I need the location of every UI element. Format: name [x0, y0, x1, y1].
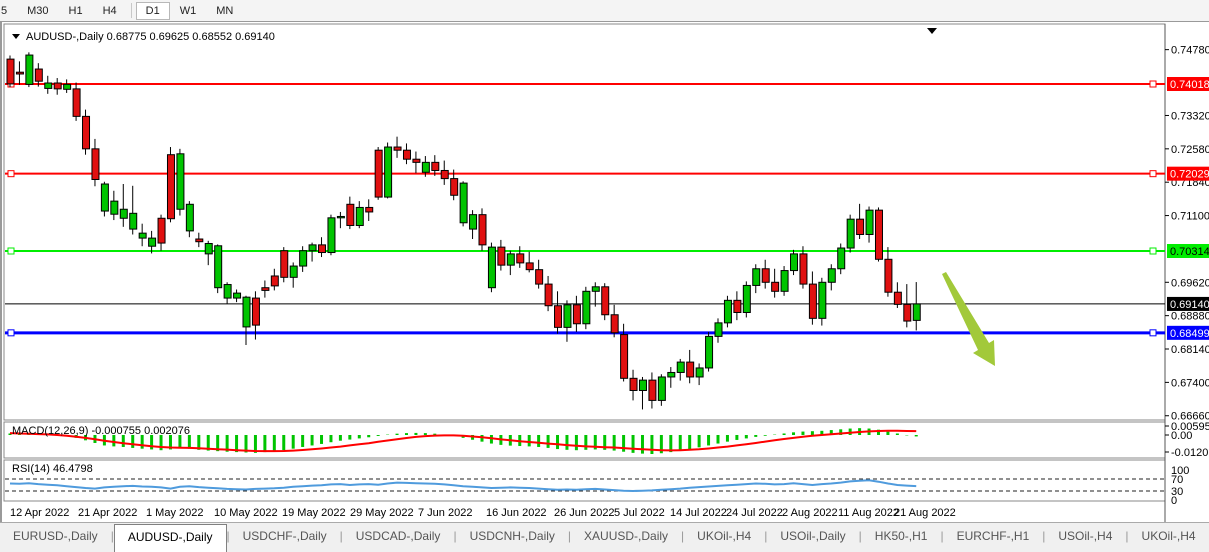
symbol-tab-USDCHF-Daily[interactable]: USDCHF-,Daily — [230, 523, 340, 552]
svg-text:0.68140: 0.68140 — [1171, 344, 1209, 356]
symbol-tabbar: EURUSD-,Daily|AUDUSD-,Daily|USDCHF-,Dail… — [0, 522, 1209, 552]
symbol-tab-EURCHF-H1[interactable]: EURCHF-,H1 — [944, 523, 1043, 552]
timeframe-button-MN[interactable]: MN — [206, 2, 243, 20]
svg-text:0.74780: 0.74780 — [1171, 45, 1209, 57]
date-axis: 12 Apr 2022 21 Apr 2022 1 May 2022 10 May 2… — [10, 507, 956, 519]
symbol-tab-UKOil-H4[interactable]: UKOil-,H4 — [684, 523, 764, 552]
symbol-tab-USOil-Daily[interactable]: USOil-,Daily — [767, 523, 858, 552]
symbol-tab-XAUUSD-Daily[interactable]: XAUUSD-,Daily — [571, 523, 681, 552]
svg-text:0.67400: 0.67400 — [1171, 377, 1209, 389]
timeframe-button-M30[interactable]: M30 — [17, 2, 58, 20]
svg-text:0.72580: 0.72580 — [1171, 144, 1209, 156]
macd-label: MACD(12,26,9) -0.000755 0.002076 — [12, 425, 190, 437]
svg-text:26 Jun 2022: 26 Jun 2022 — [554, 507, 615, 519]
svg-text:0.69620: 0.69620 — [1171, 277, 1209, 289]
svg-text:0.73320: 0.73320 — [1171, 110, 1209, 122]
timeframe-toolbar: 5M30H1H4 D1W1MN — [0, 0, 1209, 22]
chart-window[interactable]: AUDUSD-,Daily 0.68775 0.69625 0.68552 0.… — [0, 21, 1209, 522]
svg-text:21 Apr 2022: 21 Apr 2022 — [78, 507, 137, 519]
svg-text:10 May 2022: 10 May 2022 — [214, 507, 278, 519]
symbol-tab-USDCAD-Daily[interactable]: USDCAD-,Daily — [343, 523, 454, 552]
svg-text:5 Jul 2022: 5 Jul 2022 — [614, 507, 665, 519]
svg-text:0.68499: 0.68499 — [1170, 328, 1209, 340]
svg-text:14 Jul 2022: 14 Jul 2022 — [670, 507, 727, 519]
svg-text:0.68880: 0.68880 — [1171, 311, 1209, 323]
svg-text:2 Aug 2022: 2 Aug 2022 — [782, 507, 838, 519]
line-anchor[interactable] — [8, 330, 14, 336]
svg-text:24 Jul 2022: 24 Jul 2022 — [726, 507, 783, 519]
line-anchor[interactable] — [8, 248, 14, 254]
svg-text:16 Jun 2022: 16 Jun 2022 — [486, 507, 547, 519]
svg-text:29 May 2022: 29 May 2022 — [350, 507, 414, 519]
svg-text:1 May 2022: 1 May 2022 — [146, 507, 203, 519]
line-anchor[interactable] — [1150, 330, 1156, 336]
svg-text:0.74018: 0.74018 — [1170, 79, 1209, 91]
rsi-label: RSI(14) 46.4798 — [12, 463, 93, 475]
timeframe-button-H1[interactable]: H1 — [59, 2, 93, 20]
timeframe-button-5[interactable]: 5 — [0, 2, 17, 20]
symbol-tab-HK50-H1[interactable]: HK50-,H1 — [862, 523, 941, 552]
symbol-tab-EURUSD-Daily[interactable]: EURUSD-,Daily — [0, 523, 111, 552]
symbol-tab-AUDUSD-Daily[interactable]: AUDUSD-,Daily — [114, 524, 227, 552]
svg-text:0.70314: 0.70314 — [1170, 246, 1209, 258]
timeframe-button-W1[interactable]: W1 — [170, 2, 207, 20]
toolbar-separator — [131, 3, 132, 18]
svg-text:-0.012015: -0.012015 — [1171, 447, 1209, 459]
svg-text:AUDUSD-,Daily 0.68775 0.69625: AUDUSD-,Daily 0.68775 0.69625 0.68552 0.… — [26, 31, 275, 43]
svg-text:11 Aug 2022: 11 Aug 2022 — [838, 507, 899, 519]
svg-text:19 May 2022: 19 May 2022 — [282, 507, 346, 519]
svg-text:70: 70 — [1171, 474, 1183, 486]
svg-text:0.71100: 0.71100 — [1171, 211, 1209, 223]
symbol-tab-USDCNH-Daily[interactable]: USDCNH-,Daily — [457, 523, 568, 552]
svg-text:0.72029: 0.72029 — [1170, 169, 1209, 181]
timeframe-button-D1[interactable]: D1 — [136, 2, 170, 20]
symbol-tab-USOil-H4[interactable]: USOil-,H4 — [1045, 523, 1125, 552]
price-axis: 0.747800.733200.725800.718400.711000.696… — [1165, 45, 1209, 423]
svg-text:21 Aug 2022: 21 Aug 2022 — [894, 507, 956, 519]
svg-text:7 Jun 2022: 7 Jun 2022 — [418, 507, 472, 519]
line-anchor[interactable] — [1150, 248, 1156, 254]
line-anchor[interactable] — [1150, 171, 1156, 177]
svg-text:0.00: 0.00 — [1171, 430, 1192, 442]
symbol-tab-UKOil-H4[interactable]: UKOil-,H4 — [1129, 523, 1209, 552]
price-chart[interactable]: AUDUSD-,Daily 0.68775 0.69625 0.68552 0.… — [2, 22, 1209, 522]
line-anchor[interactable] — [8, 171, 14, 177]
chart-title: AUDUSD-,Daily 0.68775 0.69625 0.68552 0.… — [12, 31, 275, 43]
svg-text:0: 0 — [1171, 495, 1177, 507]
timeframe-button-H4[interactable]: H4 — [93, 2, 127, 20]
svg-text:0.69140: 0.69140 — [1170, 299, 1209, 311]
svg-text:12 Apr 2022: 12 Apr 2022 — [10, 507, 69, 519]
line-anchor[interactable] — [1150, 81, 1156, 87]
